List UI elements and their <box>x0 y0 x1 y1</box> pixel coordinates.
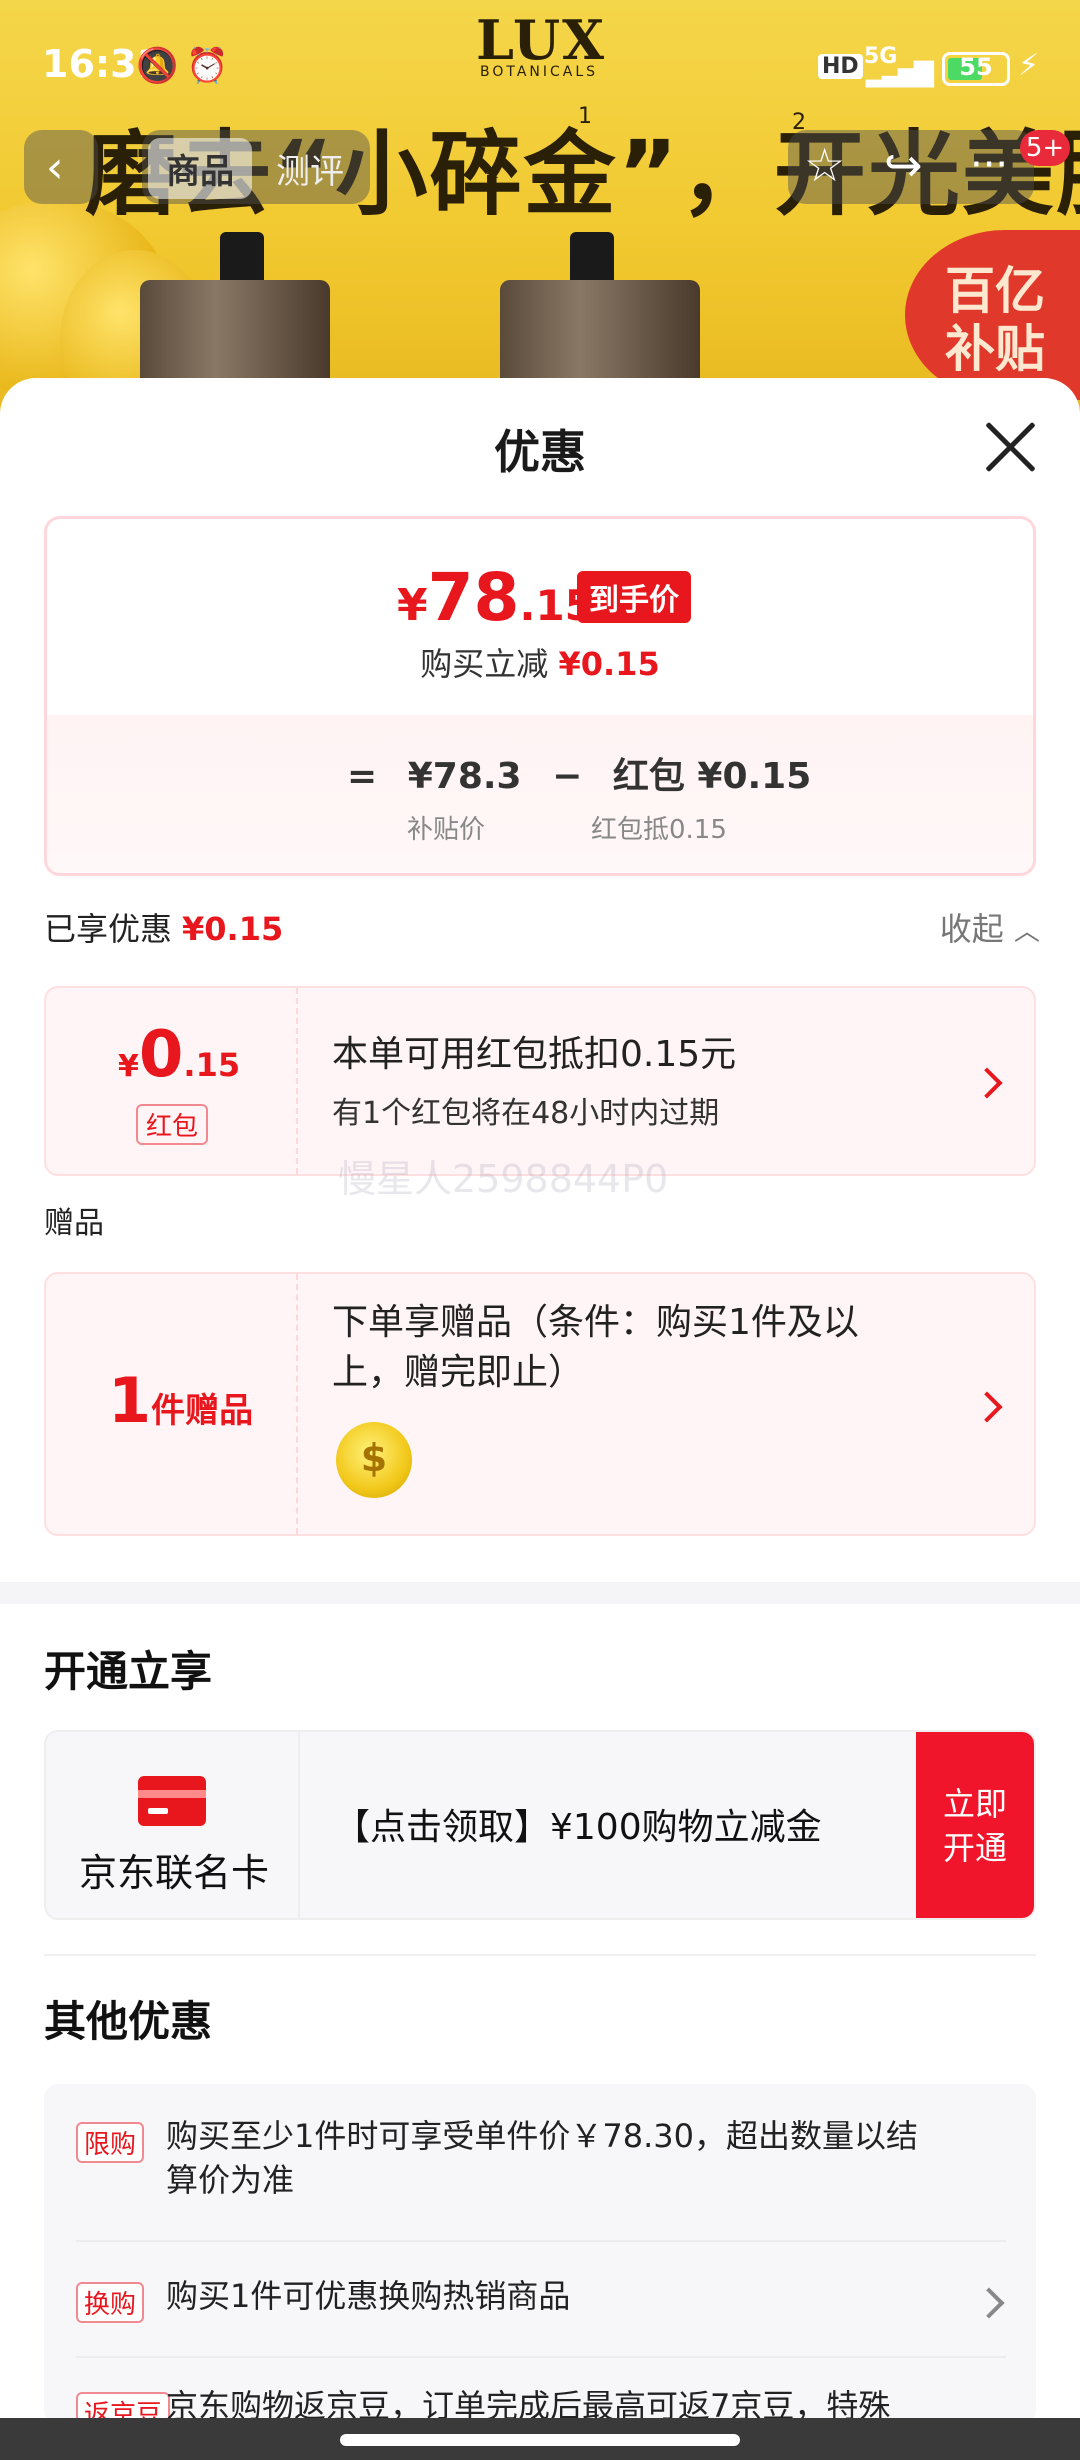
price-formula: = ¥78.3 − 红包 ¥0.15 <box>347 756 812 797</box>
more-icon[interactable]: ··· <box>970 142 1008 188</box>
coupon-deduct-label: 红包抵0.15 <box>591 815 727 845</box>
price-card: ¥78.15 到手价 购买立减 ¥0.15 = ¥78.3 − 红包 ¥0.15… <box>44 516 1036 876</box>
credit-card-icon <box>138 1776 206 1826</box>
final-price: ¥78.15 <box>397 559 594 636</box>
gift-image: $ <box>336 1422 412 1498</box>
card-name: 京东联名卡 <box>78 1851 269 1895</box>
star-icon[interactable]: ☆ <box>804 138 845 192</box>
subsidy-badge-line1: 百亿 <box>945 262 1045 320</box>
card-offer-text: 【点击领取】¥100购物立减金 <box>334 1807 822 1848</box>
close-icon[interactable] <box>980 418 1040 478</box>
offer-tag: 换购 <box>76 2282 145 2323</box>
offer-text: 购买1件可优惠换购热销商品 <box>166 2277 571 2315</box>
gift-title: 下单享赠品（条件：购买1件及以 上，赠完即止） <box>332 1302 859 1393</box>
tab-product[interactable]: 商品 <box>148 138 252 199</box>
offer-tag: 返京豆 <box>76 2392 171 2418</box>
final-price-tag: 到手价 <box>577 571 691 623</box>
other-section-heading: 其他优惠 <box>44 1997 213 2046</box>
back-icon: ‹ <box>46 142 64 193</box>
gift-count: 1件赠品 <box>108 1364 254 1437</box>
gift-left: 1件赠品 <box>46 1274 298 1534</box>
cart-badge: 5+ <box>1020 130 1070 166</box>
subsidy-badge: 百亿 补贴 <box>905 230 1080 400</box>
discount-sheet: 优惠 ¥78.15 到手价 购买立减 ¥0.15 = ¥78.3 − 红包 ¥0… <box>0 378 1080 2418</box>
instant-discount: 购买立减 ¥0.15 <box>420 645 660 683</box>
hd-icon: HD <box>818 54 863 79</box>
list-item[interactable]: 返京豆 京东购物返京豆，订单完成后最高可返7京豆，特殊 <box>44 2360 1036 2418</box>
dollar-icon: $ <box>360 1436 388 1480</box>
tab-review[interactable]: 测评 <box>276 144 344 193</box>
chevron-right-icon <box>971 1391 1003 1423</box>
coupon-title: 本单可用红包抵扣0.15元 <box>332 1034 737 1075</box>
battery-icon: 55 <box>942 52 1010 86</box>
list-item[interactable]: 换购 购买1件可优惠换购热销商品 <box>44 2242 1036 2362</box>
coupon-expiry: 有1个红包将在48小时内过期 <box>332 1096 720 1131</box>
battery-level: 55 <box>959 53 993 81</box>
open-now-button[interactable]: 立即 开通 <box>916 1732 1034 1918</box>
chevron-up-icon: ︿ <box>1013 917 1040 947</box>
back-button[interactable]: ‹ <box>24 130 98 204</box>
subsidy-badge-line2: 补贴 <box>945 320 1045 378</box>
coupon-amount: ¥0.15 <box>118 1018 241 1092</box>
gift-section-label: 赠品 <box>44 1206 104 1241</box>
offer-text: 购买至少1件时可享受单件价￥78.30，超出数量以结 算价为准 <box>166 2117 918 2199</box>
enjoyed-discount: 已享优惠 ¥0.15 <box>44 910 284 948</box>
mute-bell-icon: 🔕 <box>136 46 179 86</box>
sheet-title: 优惠 <box>494 425 586 479</box>
coupon-type-tag: 红包 <box>136 1104 209 1145</box>
offer-tag: 限购 <box>76 2122 145 2163</box>
alarm-icon: ⏰ <box>186 46 229 86</box>
offer-text: 京东购物返京豆，订单完成后最高可返7京豆，特殊 <box>166 2387 891 2418</box>
chevron-right-icon <box>971 1067 1003 1099</box>
coupon-left: ¥0.15 红包 <box>46 988 298 1174</box>
signal-icon: ▂▃▅▇ <box>866 58 934 88</box>
section-divider <box>0 1582 1080 1604</box>
share-icon[interactable]: ↪ <box>884 138 923 192</box>
gift-card[interactable]: 1件赠品 下单享赠品（条件：购买1件及以 上，赠完即止） $ <box>44 1272 1036 1536</box>
watermark: 慢星人2598844P0 <box>338 1157 669 1201</box>
status-bar: 16:31 🔕 ⏰ HD 5G ▂▃▅▇ 55 ⚡ <box>0 0 1080 130</box>
list-item: 限购 购买至少1件时可享受单件价￥78.30，超出数量以结 算价为准 <box>44 2084 1036 2234</box>
collapse-button[interactable]: 收起 ︿ <box>940 904 1040 950</box>
chevron-right-icon <box>973 2287 1005 2319</box>
other-offers-list: 限购 购买至少1件时可享受单件价￥78.30，超出数量以结 算价为准 换购 购买… <box>44 2084 1036 2418</box>
open-section-heading: 开通立享 <box>44 1647 213 1696</box>
cobrand-card-promo[interactable]: 京东联名卡 【点击领取】¥100购物立减金 立即 开通 <box>44 1730 1036 1920</box>
base-price-label: 补贴价 <box>407 815 486 845</box>
home-indicator[interactable] <box>340 2434 740 2446</box>
charging-icon: ⚡ <box>1018 48 1040 83</box>
